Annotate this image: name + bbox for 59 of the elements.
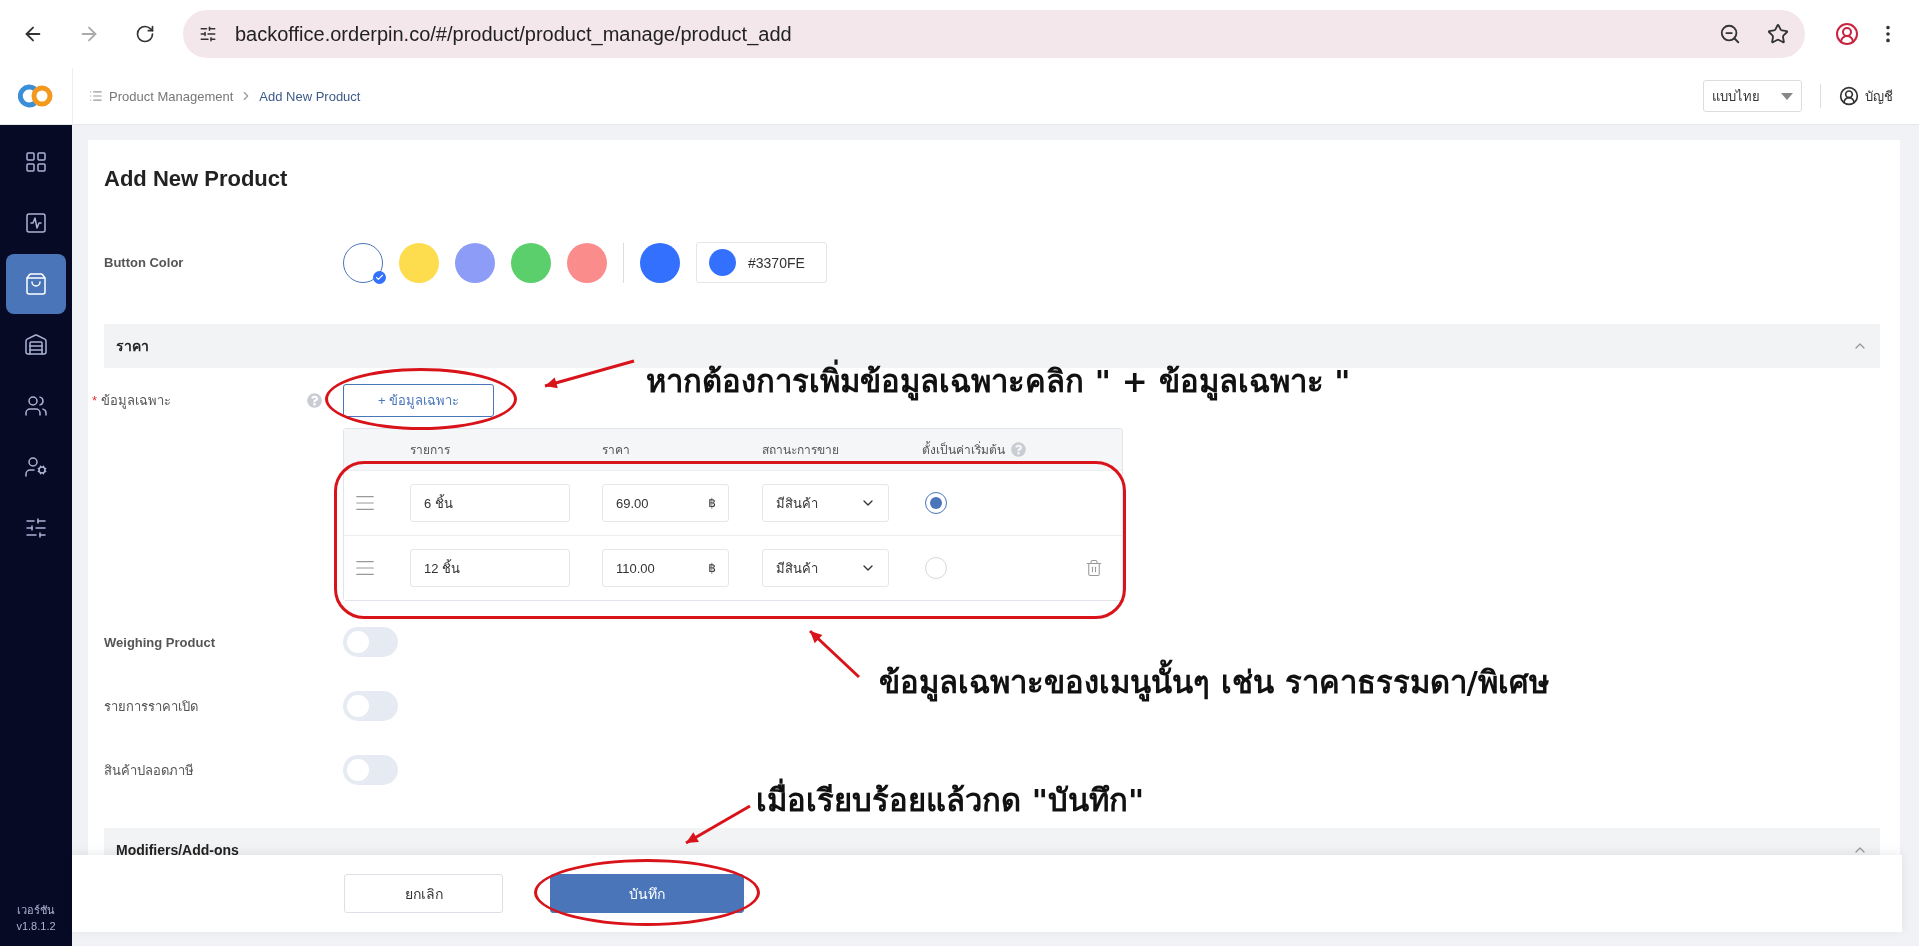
- section-header[interactable]: Modifiers/Add-ons: [104, 828, 1880, 855]
- url-text: backoffice.orderpin.co/#/product/product_manage/product_add: [235, 22, 793, 46]
- field-label: Weighing Product: [104, 634, 216, 650]
- check-icon: [373, 270, 386, 284]
- section-title: Modifiers/Add-ons: [116, 842, 239, 855]
- user-icon: [1839, 86, 1859, 106]
- field-label: ข้อมูลเฉพาะ: [101, 392, 173, 411]
- nav-icon: [24, 211, 48, 235]
- status-select[interactable]: มีสินค้า: [762, 484, 889, 522]
- page-title: Add New Product: [104, 165, 289, 193]
- color-swatch[interactable]: [455, 242, 495, 283]
- profile-icon[interactable]: [1835, 22, 1859, 46]
- cancel-button[interactable]: ยกเลิก: [344, 874, 503, 913]
- column-header: ตั้งเป็นค่าเริ่มต้น: [922, 440, 1005, 459]
- nav-icon: [24, 150, 48, 174]
- column-header: สถานะการขาย: [762, 442, 839, 459]
- caret-icon: [1781, 92, 1793, 100]
- status-select[interactable]: มีสินค้า: [762, 549, 889, 587]
- required-mark: *: [92, 393, 98, 408]
- save-button[interactable]: บันทึก: [550, 874, 744, 913]
- breadcrumb-link[interactable]: Product Management: [109, 88, 234, 104]
- nav-icon: [24, 333, 48, 357]
- field-label: รายการราคาเปิด: [104, 697, 199, 716]
- arrow: [685, 804, 751, 845]
- price-field[interactable]: 110.00 ฿: [602, 549, 729, 587]
- name-field[interactable]: 6 ชิ้น: [410, 484, 570, 522]
- arrow: [808, 629, 861, 679]
- star-icon[interactable]: [1767, 22, 1791, 46]
- site-settings-icon[interactable]: [199, 25, 217, 43]
- add-variant-button[interactable]: + ข้อมูลเฉพาะ: [343, 384, 494, 417]
- color-input[interactable]: #3370FE: [696, 242, 827, 283]
- toggle-switch[interactable]: [343, 755, 398, 785]
- color-swatch[interactable]: [343, 242, 383, 283]
- nav-icon: [24, 455, 48, 479]
- version-label: เวอร์ชัน: [17, 903, 55, 918]
- color-swatch[interactable]: [511, 242, 551, 283]
- color-swatch[interactable]: [567, 242, 607, 283]
- list-icon: [89, 89, 103, 103]
- nav-icon: [24, 394, 48, 418]
- section-title: ราคา: [116, 337, 149, 356]
- breadcrumb-link[interactable]: Add New Product: [259, 88, 361, 104]
- nav-icon: [24, 272, 48, 296]
- reload-icon: [135, 24, 155, 44]
- field-label: สินค้าปลอดภาษี: [104, 761, 195, 780]
- color-swatch[interactable]: [640, 242, 680, 283]
- column-header: ราคา: [602, 442, 630, 459]
- column-header: รายการ: [410, 442, 450, 459]
- sidebar-item[interactable]: [6, 254, 66, 314]
- address-bar[interactable]: backoffice.orderpin.co/#/product/product_manage/product_add: [183, 10, 1805, 58]
- toggle-switch[interactable]: [343, 691, 398, 721]
- color-swatch[interactable]: [399, 242, 439, 283]
- account-button[interactable]: บัญชี: [1839, 85, 1893, 107]
- nav-icon: [24, 516, 48, 540]
- field-label: Button Color: [104, 255, 185, 270]
- language-select[interactable]: แบบไทย: [1703, 80, 1802, 112]
- name-field[interactable]: 12 ชิ้น: [410, 549, 570, 587]
- version-number: v1.8.1.2: [16, 919, 56, 934]
- price-field[interactable]: 69.00 ฿: [602, 484, 729, 522]
- toggle-switch[interactable]: [343, 627, 398, 657]
